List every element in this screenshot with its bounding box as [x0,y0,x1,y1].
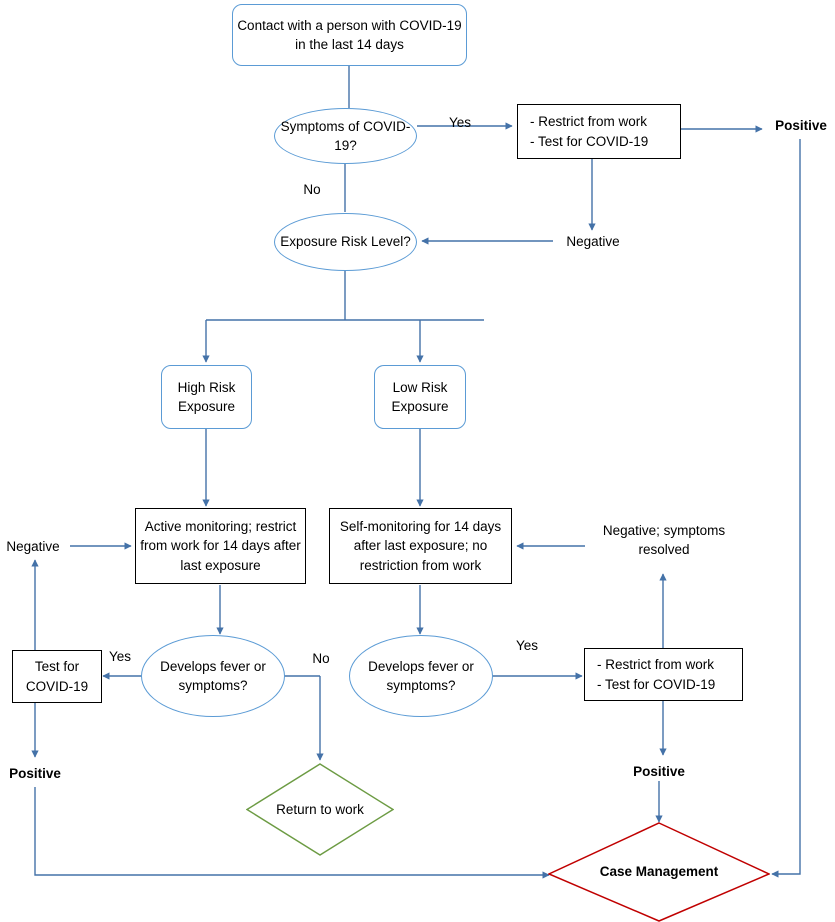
node-develops-symptoms-question-left[interactable]: Develops fever or symptoms? [141,635,285,717]
edge-label-positive-bottom-right: Positive [633,764,685,779]
node-high-risk-exposure[interactable]: High Risk Exposure [161,365,252,429]
edge-label-positive-bottom-left: Positive [9,766,61,781]
node-case-management[interactable]: Case Management [548,822,770,922]
node-active-monitoring[interactable]: Active monitoring; restrict from work fo… [135,508,306,584]
edge-label-yes-left: Yes [108,649,132,664]
node-return-to-work-label: Return to work [276,801,364,817]
node-develops-symptoms-question-right[interactable]: Develops fever or symptoms? [349,635,493,717]
edge-positive-top-to-case [771,139,801,878]
node-restrict-and-test-bottom[interactable]: - Restrict from work - Test for COVID-19 [584,648,743,701]
edge-label-no-middle: No [312,651,330,666]
edge-label-negative-left: Negative [6,539,60,554]
node-exposure-risk-question[interactable]: Exposure Risk Level? [274,213,417,271]
edge-label-positive-top-right: Positive [775,118,827,133]
node-symptoms-question[interactable]: Symptoms of COVID-19? [274,108,417,164]
node-active-monitoring-label: Active monitoring; restrict from work fo… [140,519,301,573]
edge-label-negative-symptoms-resolved: Negative; symptoms resolved [602,523,726,558]
node-self-monitoring[interactable]: Self-monitoring for 14 days after last e… [329,508,512,584]
node-test-for-covid-label: Test for COVID-19 [25,659,89,694]
node-restrict-and-test-bottom-label: - Restrict from work - Test for COVID-19 [597,657,716,692]
node-high-risk-label: High Risk Exposure [177,379,236,414]
node-restrict-and-test-top-label: - Restrict from work - Test for COVID-19 [530,114,649,149]
node-contact-label: Contact with a person with COVID-19 in t… [237,17,462,52]
node-low-risk-label: Low Risk Exposure [391,379,449,414]
node-symptoms-label: Symptoms of COVID-19? [280,118,411,153]
edge-label-negative-top-right: Negative [566,234,620,249]
node-case-management-label: Case Management [599,864,719,880]
edge-label-yes-top: Yes [448,115,472,130]
node-contact-with-person[interactable]: Contact with a person with COVID-19 in t… [232,4,467,66]
node-restrict-and-test-top[interactable]: - Restrict from work - Test for COVID-19 [517,104,681,159]
edge-label-no-top: No [303,182,321,197]
node-self-monitoring-label: Self-monitoring for 14 days after last e… [339,519,502,573]
flowchart-canvas: Contact with a person with COVID-19 in t… [0,0,835,922]
node-exposure-risk-label: Exposure Risk Level? [280,234,411,250]
node-test-for-covid[interactable]: Test for COVID-19 [12,650,102,703]
node-return-to-work[interactable]: Return to work [246,763,394,856]
edge-label-yes-right: Yes [515,638,539,653]
node-low-risk-exposure[interactable]: Low Risk Exposure [374,365,466,429]
node-develops-right-label: Develops fever or symptoms? [368,658,474,693]
connector-layer [31,66,801,879]
node-develops-left-label: Develops fever or symptoms? [160,658,266,693]
